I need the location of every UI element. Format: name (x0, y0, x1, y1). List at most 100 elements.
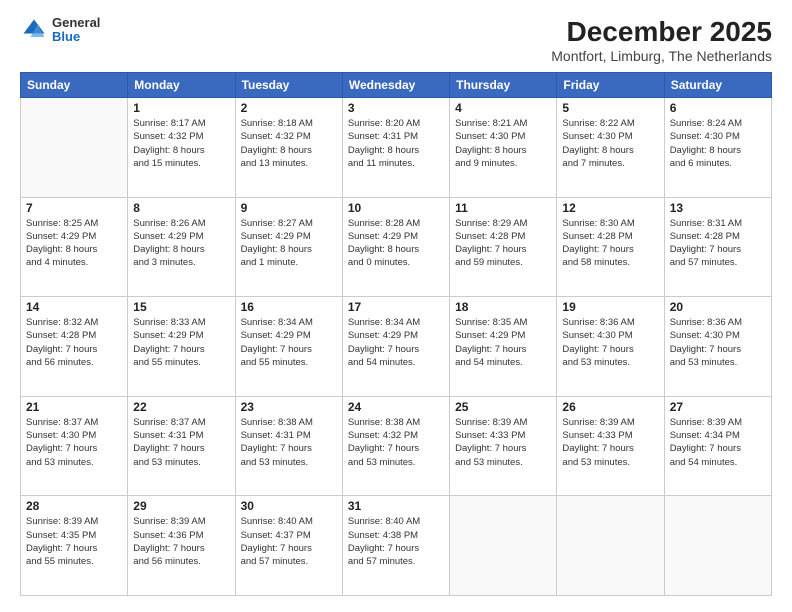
cell-w2-d4: 18Sunrise: 8:35 AM Sunset: 4:29 PM Dayli… (450, 297, 557, 397)
cell-w3-d0: 21 Sunrise: 8:37 AM Sunset: 4:30 PM Dayli… (21, 396, 128, 496)
col-friday: Friday (557, 73, 664, 98)
day-info-18: Sunrise: 8:35 AM Sunset: 4:29 PM Dayligh… (455, 316, 551, 369)
day-info-26: Sunrise: 8:39 AM Sunset: 4:33 PM Dayligh… (562, 416, 658, 469)
day-number-14: 14 (26, 300, 122, 314)
cell-w3-d3: 24 Sunrise: 8:38 AM Sunset: 4:32 PM Dayli… (342, 396, 449, 496)
cell-w1-d3: 10 Sunrise: 8:28 AM Sunset: 4:29 PM Dayli… (342, 197, 449, 297)
day-info-27: Sunrise: 8:39 AM Sunset: 4:34 PM Dayligh… (670, 416, 766, 469)
col-wednesday: Wednesday (342, 73, 449, 98)
cell-w1-d2: 9 Sunrise: 8:27 AM Sunset: 4:29 PM Daylig… (235, 197, 342, 297)
day-number-26: 26 (562, 400, 658, 414)
day-info-6: Sunrise: 8:24 AM Sunset: 4:30 PM Dayligh… (670, 117, 766, 170)
day-info-8: Sunrise: 8:26 AM Sunset: 4:29 PM Dayligh… (133, 217, 229, 270)
day-number-29: 29 (133, 499, 229, 513)
week-row-2: 14 Sunrise: 8:32 AM Sunset: 4:28 PM Dayli… (21, 297, 772, 397)
cell-w1-d0: 7 Sunrise: 8:25 AM Sunset: 4:29 PM Daylig… (21, 197, 128, 297)
day-number-3: 3 (348, 101, 444, 115)
day-number-6: 6 (670, 101, 766, 115)
week-row-3: 21 Sunrise: 8:37 AM Sunset: 4:30 PM Dayli… (21, 396, 772, 496)
cell-w3-d5: 26 Sunrise: 8:39 AM Sunset: 4:33 PM Dayli… (557, 396, 664, 496)
col-saturday: Saturday (664, 73, 771, 98)
day-info-14: Sunrise: 8:32 AM Sunset: 4:28 PM Dayligh… (26, 316, 122, 369)
day-info-20: Sunrise: 8:36 AM Sunset: 4:30 PM Dayligh… (670, 316, 766, 369)
day-number-7: 7 (26, 201, 122, 215)
day-number-5: 5 (562, 101, 658, 115)
day-info-3: Sunrise: 8:20 AM Sunset: 4:31 PM Dayligh… (348, 117, 444, 170)
page: General Blue December 2025 Montfort, Lim… (0, 0, 792, 612)
day-info-9: Sunrise: 8:27 AM Sunset: 4:29 PM Dayligh… (241, 217, 337, 270)
day-info-21: Sunrise: 8:37 AM Sunset: 4:30 PM Dayligh… (26, 416, 122, 469)
main-title: December 2025 (551, 16, 772, 48)
day-info-1: Sunrise: 8:17 AM Sunset: 4:32 PM Dayligh… (133, 117, 229, 170)
cell-w4-d5 (557, 496, 664, 596)
day-number-28: 28 (26, 499, 122, 513)
logo-blue: Blue (52, 30, 100, 44)
day-number-9: 9 (241, 201, 337, 215)
cell-w2-d5: 19Sunrise: 8:36 AM Sunset: 4:30 PM Dayli… (557, 297, 664, 397)
title-block: December 2025 Montfort, Limburg, The Net… (551, 16, 772, 64)
day-info-29: Sunrise: 8:39 AM Sunset: 4:36 PM Dayligh… (133, 515, 229, 568)
day-info-4: Sunrise: 8:21 AM Sunset: 4:30 PM Dayligh… (455, 117, 551, 170)
day-number-2: 2 (241, 101, 337, 115)
logo-general: General (52, 16, 100, 30)
day-number-17: 17 (348, 300, 444, 314)
cell-w4-d6 (664, 496, 771, 596)
day-number-30: 30 (241, 499, 337, 513)
cell-w4-d1: 29 Sunrise: 8:39 AM Sunset: 4:36 PM Dayli… (128, 496, 235, 596)
day-number-13: 13 (670, 201, 766, 215)
day-number-31: 31 (348, 499, 444, 513)
day-number-24: 24 (348, 400, 444, 414)
day-number-4: 4 (455, 101, 551, 115)
cell-w3-d1: 22 Sunrise: 8:37 AM Sunset: 4:31 PM Dayli… (128, 396, 235, 496)
day-info-24: Sunrise: 8:38 AM Sunset: 4:32 PM Dayligh… (348, 416, 444, 469)
cell-w1-d5: 12Sunrise: 8:30 AM Sunset: 4:28 PM Dayli… (557, 197, 664, 297)
day-info-7: Sunrise: 8:25 AM Sunset: 4:29 PM Dayligh… (26, 217, 122, 270)
logo-text: General Blue (52, 16, 100, 45)
day-info-16: Sunrise: 8:34 AM Sunset: 4:29 PM Dayligh… (241, 316, 337, 369)
week-row-4: 28Sunrise: 8:39 AM Sunset: 4:35 PM Dayli… (21, 496, 772, 596)
day-number-11: 11 (455, 201, 551, 215)
day-number-10: 10 (348, 201, 444, 215)
day-number-8: 8 (133, 201, 229, 215)
cell-w0-d2: 2 Sunrise: 8:18 AM Sunset: 4:32 PM Daylig… (235, 98, 342, 198)
day-info-2: Sunrise: 8:18 AM Sunset: 4:32 PM Dayligh… (241, 117, 337, 170)
week-row-1: 7 Sunrise: 8:25 AM Sunset: 4:29 PM Daylig… (21, 197, 772, 297)
cell-w3-d6: 27 Sunrise: 8:39 AM Sunset: 4:34 PM Dayli… (664, 396, 771, 496)
day-info-31: Sunrise: 8:40 AM Sunset: 4:38 PM Dayligh… (348, 515, 444, 568)
day-info-25: Sunrise: 8:39 AM Sunset: 4:33 PM Dayligh… (455, 416, 551, 469)
col-thursday: Thursday (450, 73, 557, 98)
subtitle: Montfort, Limburg, The Netherlands (551, 48, 772, 64)
cell-w4-d4 (450, 496, 557, 596)
cell-w4-d0: 28Sunrise: 8:39 AM Sunset: 4:35 PM Dayli… (21, 496, 128, 596)
cell-w4-d2: 30 Sunrise: 8:40 AM Sunset: 4:37 PM Dayli… (235, 496, 342, 596)
day-info-13: Sunrise: 8:31 AM Sunset: 4:28 PM Dayligh… (670, 217, 766, 270)
day-info-5: Sunrise: 8:22 AM Sunset: 4:30 PM Dayligh… (562, 117, 658, 170)
day-number-1: 1 (133, 101, 229, 115)
day-number-15: 15 (133, 300, 229, 314)
calendar-table: Sunday Monday Tuesday Wednesday Thursday… (20, 72, 772, 596)
cell-w0-d3: 3 Sunrise: 8:20 AM Sunset: 4:31 PM Daylig… (342, 98, 449, 198)
day-number-22: 22 (133, 400, 229, 414)
cell-w1-d4: 11Sunrise: 8:29 AM Sunset: 4:28 PM Dayli… (450, 197, 557, 297)
day-number-21: 21 (26, 400, 122, 414)
cell-w2-d3: 17Sunrise: 8:34 AM Sunset: 4:29 PM Dayli… (342, 297, 449, 397)
cell-w1-d6: 13 Sunrise: 8:31 AM Sunset: 4:28 PM Dayli… (664, 197, 771, 297)
cell-w2-d2: 16 Sunrise: 8:34 AM Sunset: 4:29 PM Dayli… (235, 297, 342, 397)
cell-w3-d2: 23Sunrise: 8:38 AM Sunset: 4:31 PM Dayli… (235, 396, 342, 496)
day-info-30: Sunrise: 8:40 AM Sunset: 4:37 PM Dayligh… (241, 515, 337, 568)
cell-w4-d3: 31 Sunrise: 8:40 AM Sunset: 4:38 PM Dayli… (342, 496, 449, 596)
day-info-22: Sunrise: 8:37 AM Sunset: 4:31 PM Dayligh… (133, 416, 229, 469)
day-info-12: Sunrise: 8:30 AM Sunset: 4:28 PM Dayligh… (562, 217, 658, 270)
calendar-header-row: Sunday Monday Tuesday Wednesday Thursday… (21, 73, 772, 98)
day-info-15: Sunrise: 8:33 AM Sunset: 4:29 PM Dayligh… (133, 316, 229, 369)
cell-w2-d1: 15 Sunrise: 8:33 AM Sunset: 4:29 PM Dayli… (128, 297, 235, 397)
cell-w0-d5: 5 Sunrise: 8:22 AM Sunset: 4:30 PM Daylig… (557, 98, 664, 198)
day-info-23: Sunrise: 8:38 AM Sunset: 4:31 PM Dayligh… (241, 416, 337, 469)
day-number-27: 27 (670, 400, 766, 414)
day-info-10: Sunrise: 8:28 AM Sunset: 4:29 PM Dayligh… (348, 217, 444, 270)
cell-w0-d1: 1 Sunrise: 8:17 AM Sunset: 4:32 PM Daylig… (128, 98, 235, 198)
header: General Blue December 2025 Montfort, Lim… (20, 16, 772, 64)
logo: General Blue (20, 16, 100, 45)
col-tuesday: Tuesday (235, 73, 342, 98)
day-number-16: 16 (241, 300, 337, 314)
